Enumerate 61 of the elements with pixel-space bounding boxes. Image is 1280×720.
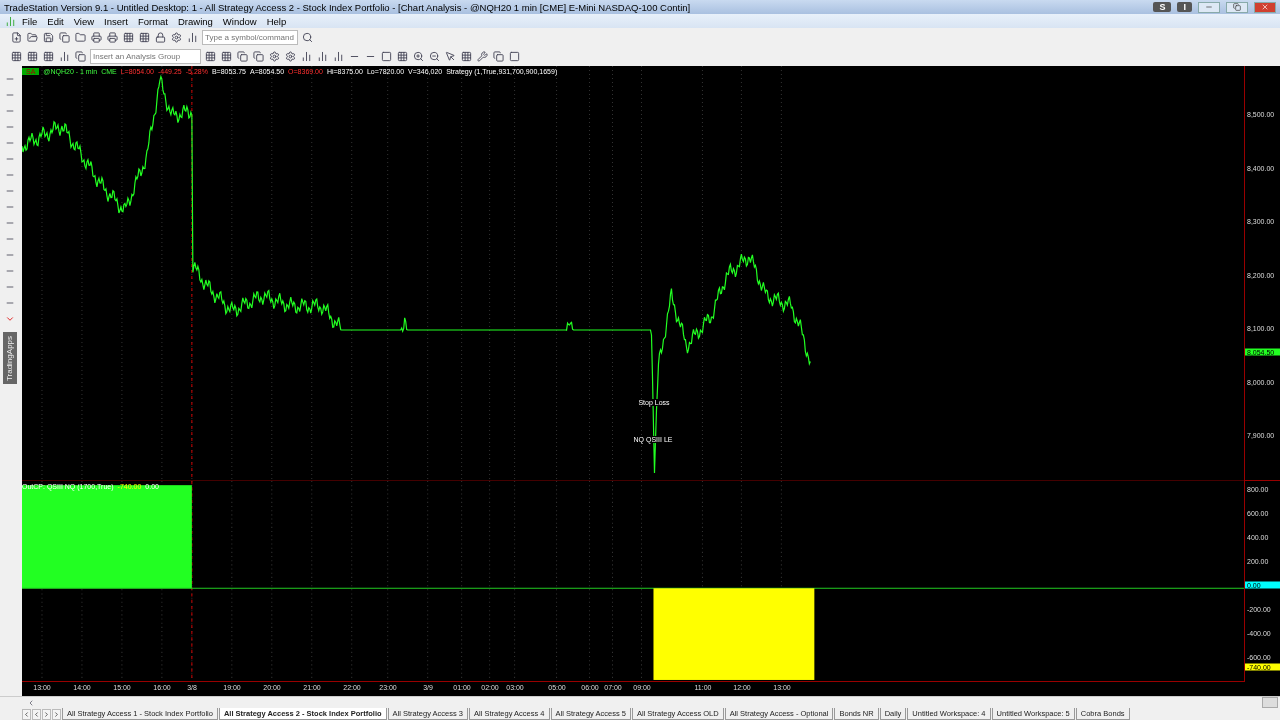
grid-icon[interactable] <box>42 50 55 63</box>
bar-chart-icon[interactable] <box>300 50 313 63</box>
analysis-group-field[interactable]: Insert an Analysis Group <box>90 49 201 64</box>
grid-icon[interactable] <box>10 50 23 63</box>
copy-icon[interactable] <box>74 50 87 63</box>
copy-icon[interactable] <box>58 31 71 44</box>
bar-chart-icon[interactable] <box>316 50 329 63</box>
gear-icon[interactable] <box>268 50 281 63</box>
menu-item[interactable]: Help <box>261 15 292 27</box>
bar-chart-icon[interactable] <box>186 31 199 44</box>
printer-icon[interactable] <box>90 31 103 44</box>
lock-icon[interactable] <box>154 31 167 44</box>
gear-icon[interactable] <box>170 31 183 44</box>
copy-icon[interactable] <box>252 50 265 63</box>
menu-item[interactable]: File <box>17 15 43 27</box>
search-icon[interactable] <box>301 31 314 44</box>
printer-icon[interactable] <box>106 31 119 44</box>
grid-icon[interactable] <box>460 50 473 63</box>
tab-scroll-left-button[interactable] <box>32 709 41 720</box>
square-icon[interactable] <box>380 50 393 63</box>
square-icon[interactable] <box>508 50 521 63</box>
wrench-icon[interactable] <box>476 50 489 63</box>
restore-icon <box>1233 3 1241 11</box>
grid-icon[interactable] <box>26 50 39 63</box>
bar-chart-icon[interactable] <box>58 50 71 63</box>
account-button[interactable]: S <box>1153 2 1172 12</box>
tab-scroll-left-button[interactable] <box>22 709 31 720</box>
grid-icon[interactable] <box>204 50 217 63</box>
window-title: TradeStation Version 9.1 - Untitled Desktop: 1 - All Strategy Access 2 - Stock Index Portfolio - [Chart Analysis - @NQH20 1 min [CME] E-Mini NASDAQ-100 Contin] <box>4 1 692 13</box>
folder-icon[interactable] <box>74 31 87 44</box>
open-folder-icon[interactable] <box>26 31 39 44</box>
minimize-icon <box>1205 3 1213 11</box>
close-button[interactable] <box>1254 1 1276 13</box>
app-logo-icon <box>4 14 17 28</box>
symbol-input-field[interactable]: Type a symbol/command <box>202 30 298 45</box>
menu-item[interactable]: View <box>68 15 100 27</box>
tab-scroll-right-button[interactable] <box>52 709 61 720</box>
zoom-in-icon[interactable] <box>412 50 425 63</box>
close-icon <box>1261 3 1269 11</box>
grid-icon[interactable] <box>122 31 135 44</box>
menu-item[interactable]: Format <box>132 15 173 27</box>
gear-icon[interactable] <box>284 50 297 63</box>
bar-chart-icon[interactable] <box>332 50 345 63</box>
grid-icon[interactable] <box>220 50 233 63</box>
menu-item[interactable]: Edit <box>42 15 69 27</box>
tab-scroll-right-button[interactable] <box>42 709 51 720</box>
menu-item[interactable]: Window <box>217 15 262 27</box>
scroll-thumb[interactable] <box>1262 697 1278 708</box>
grid-icon[interactable] <box>138 31 151 44</box>
save-icon[interactable] <box>42 31 55 44</box>
pointer-icon[interactable] <box>444 50 457 63</box>
horizontal-scrollbar[interactable] <box>0 696 1280 708</box>
copy-icon[interactable] <box>492 50 505 63</box>
restore-button[interactable] <box>1226 1 1248 13</box>
zoom-out-icon[interactable] <box>428 50 441 63</box>
menu-item[interactable]: Insert <box>99 15 133 27</box>
grid-icon[interactable] <box>396 50 409 63</box>
copy-icon[interactable] <box>236 50 249 63</box>
account-button[interactable]: I <box>1177 2 1192 12</box>
menu-item[interactable]: Drawing <box>172 15 218 27</box>
new-file-icon[interactable] <box>10 31 23 44</box>
